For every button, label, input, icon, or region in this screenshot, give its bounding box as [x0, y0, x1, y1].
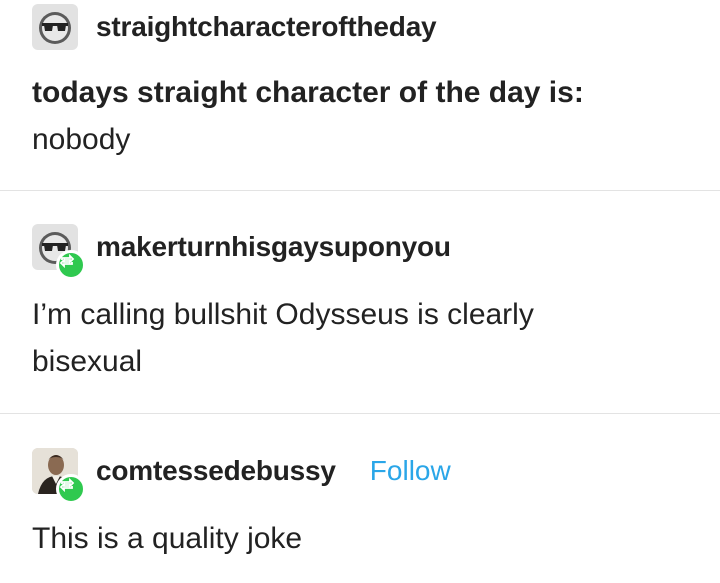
post-title: todays straight character of the day is: — [32, 76, 584, 109]
post-header: makerturnhisgaysuponyou — [32, 224, 451, 280]
post-text: This is a quality joke — [32, 522, 303, 555]
avatar[interactable] — [32, 224, 86, 280]
username[interactable]: straightcharacteroftheday — [96, 11, 437, 43]
post-text-line-2: bisexual — [32, 345, 143, 378]
post-text: nobody — [32, 123, 131, 156]
sunglasses-face-icon — [39, 12, 71, 44]
divider — [0, 190, 720, 191]
divider — [0, 413, 720, 414]
post-header: comtessedebussy Follow — [32, 448, 451, 504]
username[interactable]: makerturnhisgaysuponyou — [96, 231, 451, 263]
username[interactable]: comtessedebussy — [96, 455, 336, 487]
avatar[interactable] — [32, 448, 86, 504]
reblog-icon — [56, 250, 86, 280]
post-header: straightcharacteroftheday — [32, 4, 437, 50]
avatar[interactable] — [32, 4, 78, 50]
follow-button[interactable]: Follow — [370, 455, 451, 487]
reblog-icon — [56, 474, 86, 504]
post-text-line-1: I’m calling bullshit Odysseus is clearly — [32, 298, 534, 331]
